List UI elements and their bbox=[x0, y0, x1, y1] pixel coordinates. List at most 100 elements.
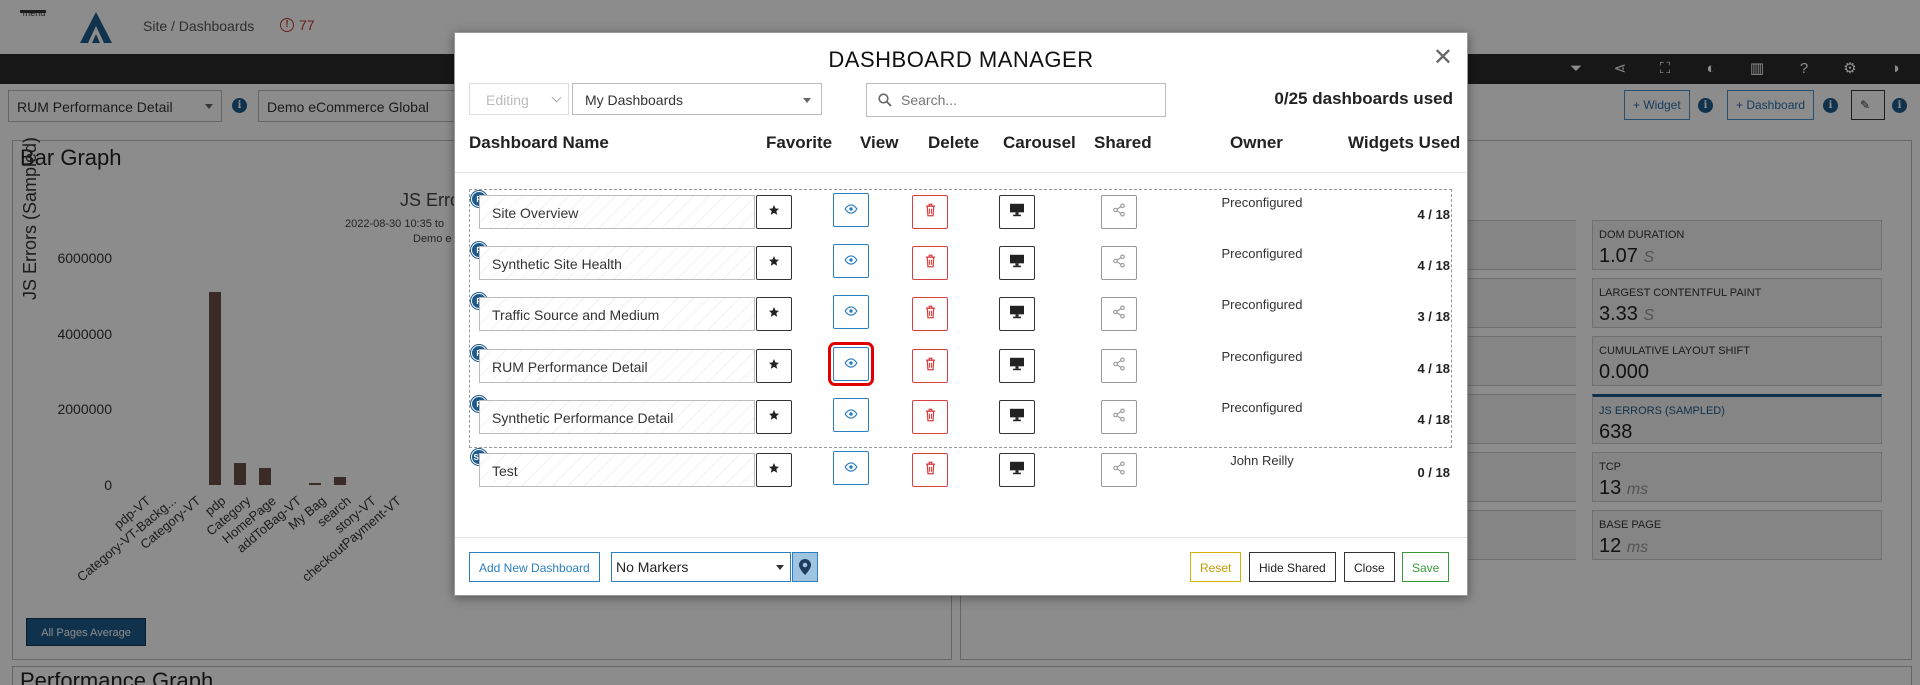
carousel-button[interactable] bbox=[999, 400, 1035, 434]
delete-button[interactable] bbox=[912, 297, 948, 331]
dashboard-row: PSite OverviewPreconfigured4 / 18 bbox=[455, 191, 1467, 245]
dashboard-row: PSynthetic Site HealthPreconfigured4 / 1… bbox=[455, 242, 1467, 296]
share-icon bbox=[1112, 202, 1126, 222]
close-button[interactable]: Close bbox=[1344, 552, 1395, 582]
widgets-used: 4 / 18 bbox=[1417, 207, 1450, 222]
star-icon bbox=[768, 408, 780, 426]
eye-icon bbox=[844, 406, 858, 424]
favorite-button[interactable] bbox=[756, 400, 792, 434]
dashboard-row: PRUM Performance DetailPreconfigured4 / … bbox=[455, 342, 1467, 399]
hide-shared-button[interactable]: Hide Shared bbox=[1249, 552, 1336, 582]
dashboard-name-field[interactable]: RUM Performance Detail bbox=[479, 349, 755, 383]
view-button[interactable] bbox=[833, 398, 869, 432]
map-marker-button[interactable] bbox=[792, 552, 818, 582]
owner-name: Preconfigured bbox=[1221, 297, 1303, 312]
carousel-button[interactable] bbox=[999, 195, 1035, 229]
column-header-widgets: Widgets Used bbox=[1348, 133, 1461, 152]
column-header-delete: Delete bbox=[928, 133, 980, 152]
caret-down-icon bbox=[776, 565, 784, 570]
share-icon bbox=[1112, 253, 1126, 273]
delete-button[interactable] bbox=[912, 246, 948, 280]
star-icon bbox=[768, 254, 780, 272]
monitor-icon bbox=[1009, 254, 1025, 273]
share-button[interactable] bbox=[1101, 297, 1137, 331]
column-header-favorite: Favorite bbox=[766, 133, 833, 152]
column-header-view: View bbox=[860, 133, 899, 152]
column-header-carousel: Carousel bbox=[1003, 133, 1076, 152]
divider bbox=[455, 537, 1467, 538]
save-button[interactable]: Save bbox=[1402, 552, 1450, 582]
favorite-button[interactable] bbox=[756, 349, 792, 383]
delete-button[interactable] bbox=[912, 195, 948, 229]
view-button[interactable] bbox=[833, 451, 869, 485]
dashboard-row: SATestJohn Reilly0 / 18 bbox=[455, 449, 1467, 503]
share-button[interactable] bbox=[1101, 453, 1137, 487]
star-icon bbox=[768, 357, 780, 375]
dashboard-filter-select[interactable]: My Dashboards bbox=[572, 83, 822, 115]
widgets-used: 0 / 18 bbox=[1417, 465, 1450, 480]
carousel-button[interactable] bbox=[999, 297, 1035, 331]
dashboard-name-field[interactable]: Test bbox=[479, 453, 755, 487]
reset-button[interactable]: Reset bbox=[1190, 552, 1242, 582]
dashboard-filter-value: My Dashboards bbox=[585, 92, 684, 108]
delete-button[interactable] bbox=[912, 349, 948, 383]
share-icon bbox=[1112, 407, 1126, 427]
carousel-button[interactable] bbox=[999, 453, 1035, 487]
owner-name: John Reilly bbox=[1230, 453, 1294, 468]
monitor-icon bbox=[1009, 357, 1025, 376]
trash-icon bbox=[924, 357, 937, 376]
search-icon bbox=[878, 93, 892, 107]
owner-name: Preconfigured bbox=[1221, 195, 1303, 210]
column-header-shared: Shared bbox=[1094, 133, 1152, 152]
carousel-button[interactable] bbox=[999, 246, 1035, 280]
trash-icon bbox=[924, 203, 937, 222]
dashboard-name-field[interactable]: Synthetic Performance Detail bbox=[479, 400, 755, 434]
share-icon bbox=[1112, 304, 1126, 324]
view-button[interactable] bbox=[833, 193, 869, 227]
monitor-icon bbox=[1009, 461, 1025, 480]
star-icon bbox=[768, 305, 780, 323]
trash-icon bbox=[924, 254, 937, 273]
delete-button[interactable] bbox=[912, 453, 948, 487]
editing-select[interactable]: Editing bbox=[469, 83, 569, 115]
view-button[interactable] bbox=[828, 342, 874, 386]
column-header-owner: Owner bbox=[1230, 133, 1283, 152]
eye-icon bbox=[844, 303, 858, 321]
dashboard-manager-modal: DASHBOARD MANAGER ✕ Editing My Dashboard… bbox=[454, 32, 1468, 596]
add-new-dashboard-button[interactable]: Add New Dashboard bbox=[469, 552, 600, 582]
widgets-used: 4 / 18 bbox=[1417, 361, 1450, 376]
delete-button[interactable] bbox=[912, 400, 948, 434]
owner-name: Preconfigured bbox=[1221, 400, 1303, 415]
eye-icon bbox=[844, 252, 858, 270]
share-button[interactable] bbox=[1101, 195, 1137, 229]
share-button[interactable] bbox=[1101, 349, 1137, 383]
share-button[interactable] bbox=[1101, 246, 1137, 280]
dashboard-usage-count: 0/25 dashboards used bbox=[1274, 89, 1453, 108]
star-icon bbox=[768, 461, 780, 479]
divider bbox=[455, 172, 1467, 173]
close-icon[interactable]: ✕ bbox=[1433, 43, 1453, 72]
view-button[interactable] bbox=[833, 244, 869, 278]
dashboard-row: PTraffic Source and MediumPreconfigured3… bbox=[455, 293, 1467, 347]
favorite-button[interactable] bbox=[756, 246, 792, 280]
eye-icon bbox=[844, 459, 858, 477]
monitor-icon bbox=[1009, 203, 1025, 222]
carousel-button[interactable] bbox=[999, 349, 1035, 383]
favorite-button[interactable] bbox=[756, 297, 792, 331]
dashboard-name-field[interactable]: Synthetic Site Health bbox=[479, 246, 755, 280]
owner-name: Preconfigured bbox=[1221, 349, 1303, 364]
favorite-button[interactable] bbox=[756, 453, 792, 487]
widgets-used: 4 / 18 bbox=[1417, 412, 1450, 427]
favorite-button[interactable] bbox=[756, 195, 792, 229]
widgets-used: 4 / 18 bbox=[1417, 258, 1450, 273]
markers-select[interactable]: No Markers bbox=[611, 552, 791, 582]
trash-icon bbox=[924, 305, 937, 324]
markers-select-value: No Markers bbox=[616, 559, 689, 575]
share-button[interactable] bbox=[1101, 400, 1137, 434]
view-button[interactable] bbox=[833, 295, 869, 329]
search-input[interactable] bbox=[866, 83, 1166, 117]
dashboard-name-field[interactable]: Site Overview bbox=[479, 195, 755, 229]
owner-name: Preconfigured bbox=[1221, 246, 1303, 261]
monitor-icon bbox=[1009, 305, 1025, 324]
dashboard-name-field[interactable]: Traffic Source and Medium bbox=[479, 297, 755, 331]
